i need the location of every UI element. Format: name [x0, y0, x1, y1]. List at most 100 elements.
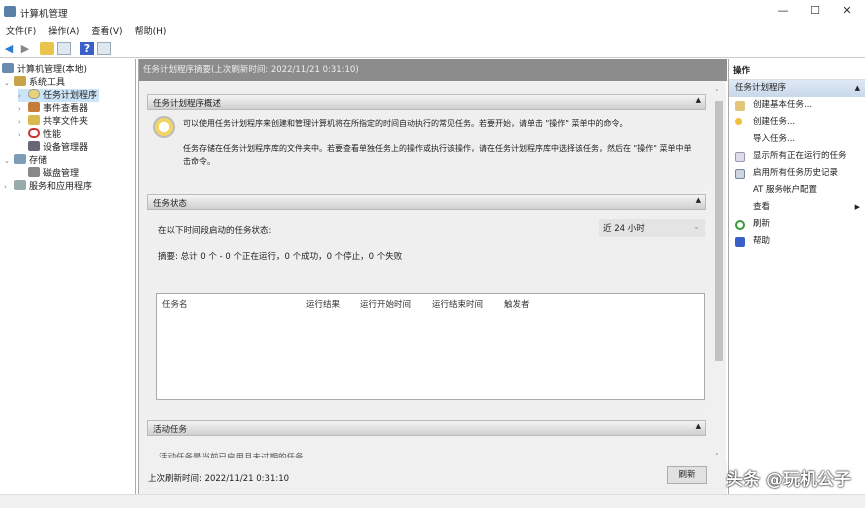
computer-icon — [2, 63, 14, 73]
back-icon[interactable]: ◀ — [2, 42, 16, 55]
up-folder-icon[interactable] — [40, 42, 54, 55]
tree-label: 磁盘管理 — [43, 169, 80, 179]
storage-icon — [14, 154, 26, 164]
column-header-run-end[interactable]: 运行结束时间 — [432, 298, 483, 310]
collapse-icon[interactable]: ▲ — [696, 96, 701, 104]
tree-label: 设备管理器 — [43, 143, 89, 153]
action-at-service-config[interactable]: AT 服务帐户配置 — [729, 182, 865, 199]
tree-item-task-scheduler[interactable]: › 任务计划程序 — [18, 89, 100, 102]
column-header-triggered-by[interactable]: 触发者 — [504, 298, 530, 310]
tree-item-system-tools[interactable]: ⌄ 系统工具 — [4, 76, 65, 89]
maximize-button[interactable]: ☐ — [800, 4, 830, 20]
scrollbar-thumb[interactable] — [715, 101, 723, 361]
summary-header: 任务计划程序摘要(上次刷新时间: 2022/11/21 0:31:10) — [139, 59, 727, 81]
last-refresh-time: 上次刷新时间: 2022/11/21 0:31:10 — [148, 474, 290, 484]
action-label: AT 服务帐户配置 — [753, 185, 818, 195]
time-range-value: 近 24 小时 — [603, 224, 645, 234]
shared-folder-icon — [28, 115, 40, 125]
actions-group-task-scheduler[interactable]: 任务计划程序 ▲ — [729, 80, 865, 97]
action-refresh[interactable]: 刷新 — [729, 216, 865, 233]
refresh-button[interactable]: 刷新 — [667, 466, 707, 484]
action-import-task[interactable]: 导入任务... — [729, 131, 865, 148]
menu-bar: 文件(F) 操作(A) 查看(V) 帮助(H) — [0, 24, 865, 40]
show-hide-tree-icon[interactable] — [57, 42, 71, 55]
action-label: 启用所有任务历史记录 — [753, 168, 839, 178]
tree-label: 服务和应用程序 — [29, 182, 93, 192]
tree-item-storage[interactable]: ⌄ 存储 — [4, 154, 47, 167]
action-label: 导入任务... — [753, 134, 796, 144]
performance-icon — [28, 128, 40, 138]
overview-text-1: 可以使用任务计划程序来创建和管理计算机将在所指定的时间自动执行的常见任务。若要开… — [183, 119, 628, 128]
column-header-run-start[interactable]: 运行开始时间 — [360, 298, 411, 310]
watermark: 头条 @玩机公子 — [726, 470, 851, 490]
tree-label: 任务计划程序 — [43, 91, 98, 101]
tree-label: 事件查看器 — [43, 104, 89, 114]
tree-item-services-apps[interactable]: › 服务和应用程序 — [4, 180, 92, 193]
column-header-run-result[interactable]: 运行结果 — [306, 298, 340, 310]
help-icon[interactable]: ? — [80, 42, 94, 55]
status-summary: 摘要: 总计 0 个 - 0 个正在运行，0 个成功，0 个停止，0 个失败 — [158, 252, 403, 262]
section-title: 活动任务 — [153, 425, 188, 435]
time-range-select[interactable]: 近 24 小时 ⌄ — [599, 219, 705, 237]
menu-action[interactable]: 操作(A) — [48, 27, 79, 37]
column-header-task-name[interactable]: 任务名 — [162, 298, 188, 310]
chevron-down-icon[interactable]: ⌄ — [4, 77, 14, 90]
scroll-up-icon[interactable]: ˄ — [715, 89, 719, 97]
show-action-pane-icon[interactable] — [97, 42, 111, 55]
status-period-label: 在以下时间段启动的任务状态: — [158, 226, 272, 236]
tree-item-shared-folders[interactable]: › 共享文件夹 — [18, 115, 88, 128]
status-section-header[interactable]: 任务状态 ▲ — [147, 194, 706, 210]
chevron-down-icon[interactable]: ⌄ — [4, 155, 14, 168]
action-label: 创建基本任务... — [753, 100, 813, 110]
menu-view[interactable]: 查看(V) — [91, 27, 122, 37]
device-manager-icon — [28, 141, 40, 151]
action-enable-history[interactable]: 启用所有任务历史记录 — [729, 165, 865, 182]
action-help[interactable]: 帮助 — [729, 233, 865, 250]
history-icon — [735, 169, 745, 179]
section-title: 任务状态 — [153, 199, 188, 209]
app-icon — [4, 6, 16, 17]
chevron-right-icon[interactable]: › — [18, 129, 28, 142]
tree-label: 系统工具 — [29, 78, 66, 88]
minimize-button[interactable]: — — [768, 4, 798, 20]
action-label: 刷新 — [753, 219, 771, 229]
submenu-arrow-icon: ▶ — [854, 203, 860, 211]
active-tasks-section-header[interactable]: 活动任务 ▲ — [147, 420, 706, 436]
tree-label: 性能 — [43, 130, 62, 140]
tools-icon — [14, 76, 26, 86]
scroll-down-icon[interactable]: ˅ — [715, 453, 719, 461]
overview-text-2: 任务存储在任务计划程序库的文件夹中。若要查看单独任务上的操作或执行该操作，请在任… — [183, 144, 692, 166]
menu-help[interactable]: 帮助(H) — [135, 27, 167, 37]
collapse-icon[interactable]: ▲ — [696, 422, 701, 430]
title-bar: 计算机管理 — ☐ ✕ — [0, 0, 865, 24]
footer-bar: 上次刷新时间: 2022/11/21 0:31:10 刷新 — [139, 461, 727, 494]
menu-file[interactable]: 文件(F) — [6, 27, 36, 37]
status-bar — [0, 494, 865, 508]
section-title: 任务计划程序概述 — [153, 99, 222, 109]
vertical-scrollbar[interactable]: ˄ ˅ — [713, 89, 725, 461]
action-show-running-tasks[interactable]: 显示所有正在运行的任务 — [729, 148, 865, 165]
tree-item-performance[interactable]: › 性能 — [18, 128, 61, 141]
action-label: 查看 — [753, 202, 771, 212]
collapse-icon[interactable]: ▲ — [855, 80, 860, 97]
tree-label: 共享文件夹 — [43, 117, 89, 127]
chevron-right-icon[interactable]: › — [4, 181, 14, 194]
tree-item-device-manager[interactable]: 设备管理器 — [28, 141, 88, 154]
event-viewer-icon — [28, 102, 40, 112]
collapse-icon[interactable]: ▲ — [696, 196, 701, 204]
navigation-tree: 计算机管理(本地) ⌄ 系统工具 › 任务计划程序 › 事件查看器 › 共享文件夹 › 性… — [0, 59, 136, 494]
action-create-task[interactable]: 创建任务... — [729, 114, 865, 131]
tree-item-disk-management[interactable]: 磁盘管理 — [28, 167, 79, 180]
help-icon — [735, 237, 745, 247]
clock-icon — [153, 116, 175, 138]
tree-item-event-viewer[interactable]: › 事件查看器 — [18, 102, 88, 115]
overview-section-header[interactable]: 任务计划程序概述 ▲ — [147, 94, 706, 110]
close-button[interactable]: ✕ — [832, 4, 862, 20]
tree-item-root[interactable]: 计算机管理(本地) — [2, 63, 87, 76]
action-create-basic-task[interactable]: 创建基本任务... — [729, 97, 865, 114]
create-task-icon — [735, 118, 742, 125]
action-view[interactable]: 查看 ▶ — [729, 199, 865, 216]
action-label: 帮助 — [753, 236, 771, 246]
summary-pane: 任务计划程序摘要(上次刷新时间: 2022/11/21 0:31:10) 任务计… — [138, 59, 727, 494]
forward-icon[interactable]: ▶ — [18, 42, 32, 55]
